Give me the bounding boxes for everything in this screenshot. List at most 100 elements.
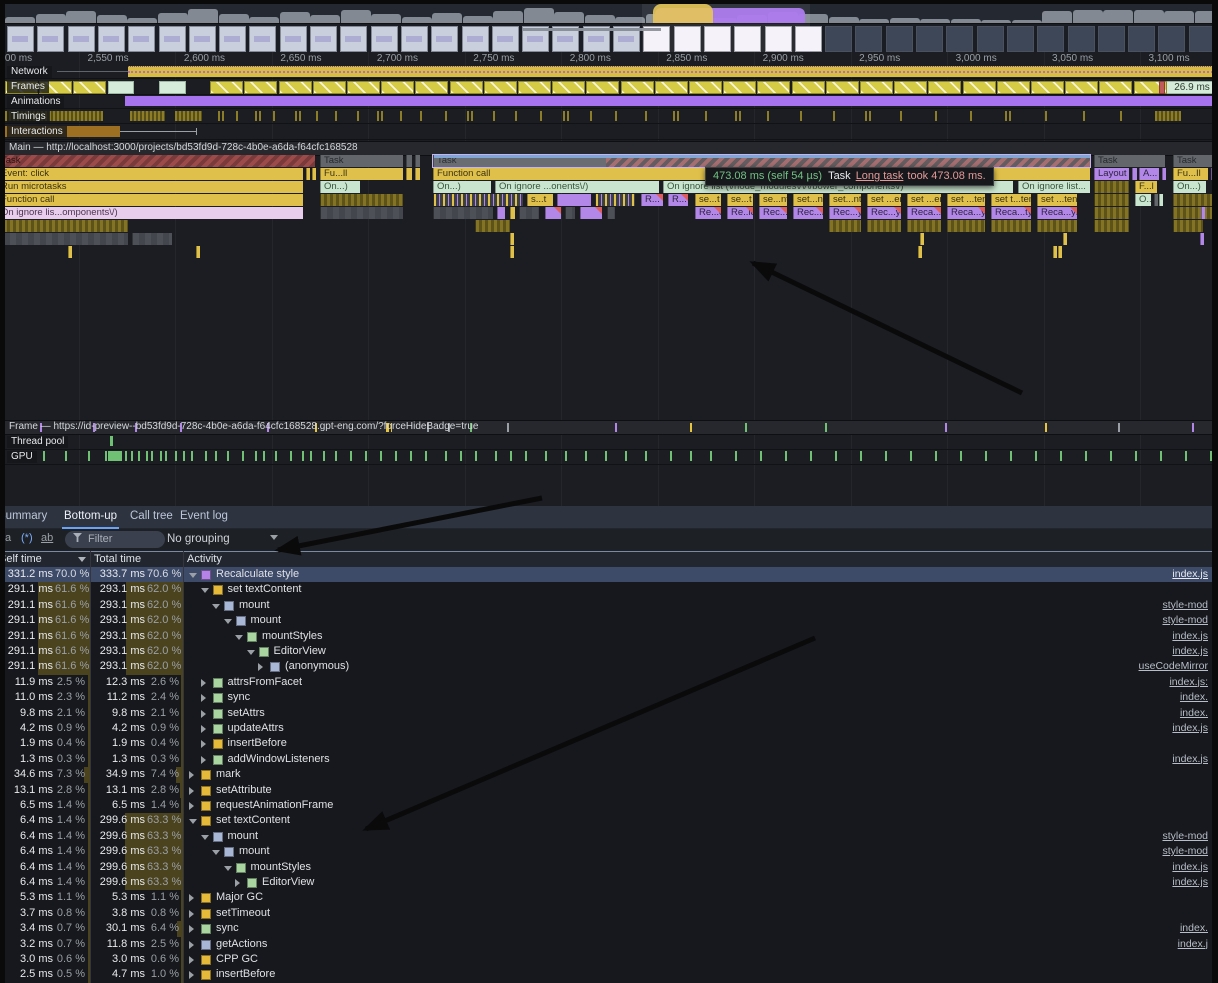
source-link[interactable]: index.js [1172, 567, 1208, 582]
flame-event-a[interactable]: A... [1139, 168, 1159, 180]
filmstrip-thumbnail[interactable] [310, 26, 337, 52]
table-row[interactable]: 3.2 ms0.7 %11.8 ms2.5 %getActionsindex.j [5, 937, 1212, 952]
table-row[interactable]: 6.4 ms1.4 %299.6 ms63.3 %EditorViewindex… [5, 875, 1212, 890]
source-link[interactable]: index. [1180, 921, 1208, 936]
timing-mark[interactable] [299, 111, 301, 121]
animation-bar[interactable] [125, 96, 1212, 106]
collapse-icon[interactable] [224, 866, 232, 871]
filmstrip-thumbnail[interactable] [219, 26, 246, 52]
track-timings[interactable]: Timings [5, 110, 1212, 124]
flame-event[interactable] [1037, 220, 1077, 232]
filmstrip-thumbnail[interactable] [492, 26, 519, 52]
flame-event[interactable] [947, 220, 985, 232]
frame-box[interactable] [1099, 81, 1132, 94]
filmstrip-thumbnail[interactable] [431, 26, 458, 52]
filmstrip-thumbnail[interactable] [401, 26, 428, 52]
filmstrip-thumbnail[interactable] [371, 26, 398, 52]
expand-icon[interactable] [201, 740, 206, 748]
frame-box[interactable] [723, 81, 756, 94]
timing-mark[interactable] [1009, 111, 1011, 121]
column-self-time[interactable]: Self time [5, 553, 42, 565]
expand-icon[interactable] [201, 694, 206, 702]
tab-bottomup[interactable]: Bottom-up [62, 506, 119, 529]
source-link[interactable]: index.js [1172, 721, 1208, 736]
table-row[interactable]: 291.1 ms61.6 %293.1 ms62.0 %EditorViewin… [5, 644, 1212, 659]
flame-event-runmicrotasks[interactable]: Run microtasks [5, 181, 303, 193]
flame-event[interactable] [5, 233, 128, 245]
flame-event-rele[interactable]: Re..le [727, 207, 753, 219]
frame-box[interactable] [552, 81, 585, 94]
source-link[interactable]: style-mod [1162, 829, 1208, 844]
table-row[interactable]: 6.4 ms1.4 %299.6 ms63.3 %mountStylesinde… [5, 860, 1212, 875]
column-total-time[interactable]: Total time [94, 553, 141, 565]
collapse-icon[interactable] [201, 588, 209, 593]
expand-icon[interactable] [189, 941, 194, 949]
flame-event[interactable] [406, 168, 412, 180]
flame-event-setnt[interactable]: set...nt [793, 194, 823, 206]
flame-event-setttent[interactable]: set t...tent [991, 194, 1031, 206]
flame-event-functioncall[interactable]: Function call [5, 194, 303, 206]
filmstrip-thumbnail[interactable] [340, 26, 367, 52]
flame-event[interactable] [907, 220, 941, 232]
frame-box[interactable] [347, 81, 380, 94]
collapse-icon[interactable] [189, 573, 197, 578]
table-row[interactable]: 291.1 ms61.6 %293.1 ms62.0 %set textCont… [5, 582, 1212, 597]
flame-event[interactable] [920, 233, 924, 245]
flame-event-onignorelist[interactable]: On ignore list... [1018, 181, 1090, 193]
filmstrip-thumbnail[interactable] [1007, 26, 1034, 52]
flame-event[interactable] [565, 207, 575, 219]
flame-event-recle[interactable]: Rec...le [759, 207, 787, 219]
collapse-icon[interactable] [235, 635, 243, 640]
collapse-icon[interactable] [212, 850, 220, 855]
frame-box[interactable] [313, 81, 346, 94]
flame-event-task[interactable]: Task [1173, 155, 1212, 167]
timing-mark[interactable] [869, 111, 871, 121]
flame-event[interactable] [1053, 246, 1057, 258]
collapse-icon[interactable] [224, 619, 232, 624]
timing-mark[interactable] [222, 111, 224, 121]
table-row[interactable]: 9.8 ms2.1 %9.8 ms2.1 %setAttrsindex. [5, 706, 1212, 721]
flame-event-recatyle[interactable]: Reca...tyle [991, 207, 1031, 219]
flame-event-st[interactable]: s...t [527, 194, 553, 206]
flame-event-r[interactable]: R... [641, 194, 663, 206]
filmstrip-thumbnail[interactable] [886, 26, 913, 52]
source-link[interactable]: index.js [1172, 752, 1208, 767]
timing-mark[interactable] [295, 111, 297, 121]
flame-event[interactable] [415, 155, 420, 167]
main-flame-chart[interactable]: TaskTaskTaskTaskTaskEvent: clickFu...llF… [5, 155, 1212, 260]
flame-event-settent[interactable]: set ...tent [1037, 194, 1077, 206]
collapse-icon[interactable] [212, 604, 220, 609]
timing-mark[interactable] [735, 111, 737, 121]
regex-icon[interactable]: (*) [21, 532, 33, 544]
frame-box[interactable] [210, 81, 243, 94]
flame-event-task[interactable]: Task [5, 155, 315, 167]
flame-event[interactable] [545, 207, 561, 219]
table-row[interactable]: 3.0 ms0.6 %3.0 ms0.6 %CPP GC [5, 952, 1212, 967]
timing-mark[interactable] [357, 111, 359, 121]
collapse-icon[interactable] [201, 835, 209, 840]
tab-calltree[interactable]: Call tree [128, 506, 175, 527]
flame-event-onignoreonents[interactable]: On ignore ...onents\/) [495, 181, 659, 193]
filmstrip-thumbnail[interactable] [98, 26, 125, 52]
flame-event-task[interactable]: Task [1094, 155, 1165, 167]
flame-event-recyle[interactable]: Rec...yle [829, 207, 861, 219]
filmstrip-thumbnail[interactable] [189, 26, 216, 52]
timing-mark[interactable] [1083, 111, 1085, 121]
expand-icon[interactable] [189, 894, 194, 902]
idle-frame-box[interactable] [108, 81, 134, 94]
table-row[interactable]: 34.6 ms7.3 %34.9 ms7.4 %mark [5, 767, 1212, 782]
timing-mark[interactable] [493, 111, 495, 121]
idle-frame-box[interactable] [159, 81, 186, 94]
table-row[interactable]: 3.4 ms0.7 %30.1 ms6.4 %syncindex. [5, 921, 1212, 936]
source-link[interactable]: style-mod [1162, 844, 1208, 859]
track-frames[interactable]: Frames 26.9 ms [5, 80, 1212, 95]
filmstrip-thumbnail[interactable] [68, 26, 95, 52]
timing-mark[interactable] [445, 111, 447, 121]
table-row[interactable]: 1.9 ms0.4 %1.9 ms0.4 %insertBefore [5, 736, 1212, 751]
source-link[interactable]: useCodeMirror [1139, 659, 1208, 674]
frame-box[interactable] [279, 81, 312, 94]
flame-event[interactable] [519, 207, 539, 219]
filmstrip-thumbnail[interactable] [280, 26, 307, 52]
expand-icon[interactable] [201, 725, 206, 733]
frame-box[interactable] [484, 81, 517, 94]
